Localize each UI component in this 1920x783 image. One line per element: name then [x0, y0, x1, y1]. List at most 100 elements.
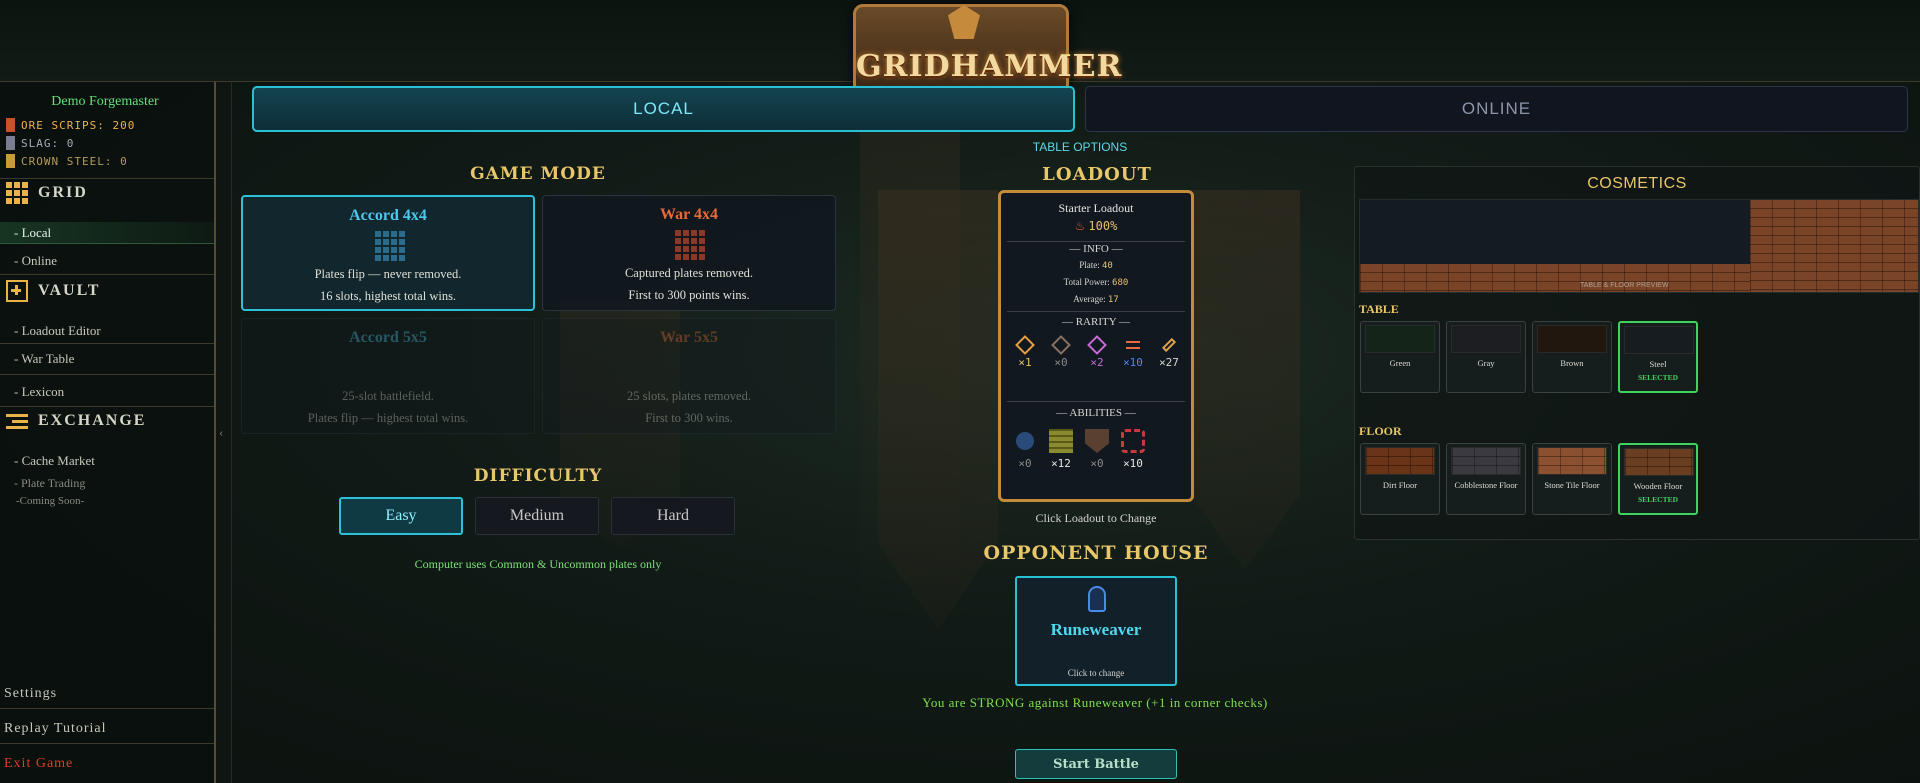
swatch-color	[1624, 326, 1694, 354]
tab-local[interactable]: LOCAL	[252, 86, 1075, 132]
plate-label: Plate:	[1079, 260, 1100, 270]
nav-grid[interactable]: Grid	[6, 182, 88, 204]
floor-option-dirt[interactable]: Dirt Floor	[1360, 443, 1440, 515]
mode-desc-1: 25 slots, plates removed.	[627, 389, 751, 403]
cosmetics-panel: COSMETICS TABLE & FLOOR PREVIEW TABLE Gr…	[1354, 166, 1920, 540]
average-row: Average: 17	[1001, 294, 1191, 305]
swatch-color	[1451, 447, 1521, 475]
rarity-count: ×27	[1159, 356, 1179, 369]
game-mode-title: GAME MODE	[470, 164, 606, 184]
resource-label: CROWN STEEL: 0	[21, 154, 128, 168]
ability-count: ×0	[1018, 457, 1032, 470]
rarity-count: ×10	[1123, 356, 1143, 369]
tower-icon	[1049, 429, 1073, 453]
floor-section-label: FLOOR	[1359, 424, 1402, 438]
spiral-icon	[1121, 429, 1145, 453]
loadout-percent: 100%	[1088, 219, 1118, 233]
divider	[0, 274, 214, 275]
mode-title: Accord 4x4	[349, 207, 427, 224]
floor-option-cobblestone[interactable]: Cobblestone Floor	[1446, 443, 1526, 515]
table-option-brown[interactable]: Brown	[1532, 321, 1612, 393]
sidebar-collapse-handle[interactable]: ‹	[216, 82, 232, 783]
profile-name: Demo Forgemaster	[51, 94, 159, 109]
resource-slag: SLAG: 0	[6, 136, 74, 150]
sidebar-item-online[interactable]: - Online	[0, 250, 214, 272]
exchange-icon	[6, 413, 28, 429]
shield-orb-icon	[1016, 432, 1034, 450]
sidebar-item-loadout-editor[interactable]: - Loadout Editor	[0, 320, 214, 342]
mode-desc-2: First to 300 points wins.	[628, 288, 750, 302]
difficulty-medium-button[interactable]: Medium	[475, 497, 599, 535]
swatch-color	[1365, 325, 1435, 353]
rarity-gem-icon	[1015, 335, 1035, 355]
rarity-gem-icon	[1051, 335, 1071, 355]
rarity-gem-icon	[1161, 337, 1177, 353]
sidebar-item-cache-market[interactable]: - Cache Market	[0, 450, 214, 472]
table-option-steel[interactable]: Steel SELECTED	[1618, 321, 1698, 393]
nav-exchange-label: Exchange	[38, 412, 147, 429]
average-label: Average:	[1073, 294, 1106, 304]
preview-floor-bottom	[1360, 264, 1750, 292]
difficulty-title: DIFFICULTY	[473, 466, 603, 486]
ability-spiral: ×10	[1115, 429, 1151, 470]
sidebar-item-war-table[interactable]: - War Table	[0, 348, 214, 370]
nav-vault-label: Vault	[38, 282, 101, 299]
loadout-name: Starter Loadout	[1058, 201, 1134, 215]
table-option-green[interactable]: Green	[1360, 321, 1440, 393]
resource-ore-scrips: ORE SCRIPS: 200	[6, 118, 135, 132]
tab-online[interactable]: ONLINE	[1085, 86, 1908, 132]
power-row: Total Power: 680	[1001, 277, 1191, 288]
swatch-label: Dirt Floor	[1382, 480, 1418, 490]
logo-text: GRIDHAMMER	[856, 49, 1123, 84]
resource-label: SLAG: 0	[21, 136, 75, 150]
swatch-label: Stone Tile Floor	[1544, 480, 1600, 490]
resource-label: ORE SCRIPS: 200	[21, 118, 136, 132]
divider	[0, 708, 214, 709]
difficulty-hard-button[interactable]: Hard	[611, 497, 735, 535]
crest-icon	[1085, 429, 1109, 453]
rarity-count: ×1	[1018, 356, 1032, 369]
mode-card-accord-4x4[interactable]: Accord 4x4 Plates flip — never removed. …	[241, 195, 535, 311]
opponent-house-card[interactable]: Runeweaver Click to change	[1015, 576, 1177, 686]
average-value: 17	[1107, 295, 1119, 305]
swatch-color	[1451, 325, 1521, 353]
preview-label: TABLE & FLOOR PREVIEW	[1580, 282, 1669, 289]
matchup-status: You are STRONG against Runeweaver (+1 in…	[922, 695, 1268, 710]
start-battle-button[interactable]: Start Battle	[1015, 749, 1177, 779]
mode-card-war-5x5: War 5x5 25 slots, plates removed. First …	[542, 318, 836, 434]
power-value: 680	[1112, 278, 1129, 288]
logo-crest-icon	[948, 5, 980, 39]
nav-vault[interactable]: Vault	[6, 280, 100, 302]
difficulty-easy-button[interactable]: Easy	[339, 497, 463, 535]
sidebar-item-local[interactable]: - Local	[0, 222, 214, 244]
ability-count: ×10	[1123, 457, 1143, 470]
rarity-legendary: ×1	[1007, 335, 1043, 369]
table-options-link[interactable]: TABLE OPTIONS	[1020, 140, 1140, 154]
table-option-gray[interactable]: Gray	[1446, 321, 1526, 393]
loadout-percent-row: ♨ 100%	[1001, 219, 1191, 234]
floor-option-stone-tile[interactable]: Stone Tile Floor	[1532, 443, 1612, 515]
crown-steel-icon	[6, 154, 15, 168]
preview-table	[1360, 200, 1750, 264]
swatch-label: Steel	[1649, 359, 1667, 369]
rarity-gem-icon	[1126, 341, 1140, 349]
ability-tower: ×12	[1043, 429, 1079, 470]
sidebar: Demo Forgemaster ORE SCRIPS: 200 SLAG: 0…	[0, 82, 216, 783]
selected-badge: SELECTED	[1637, 373, 1679, 382]
floor-option-wooden[interactable]: Wooden Floor SELECTED	[1618, 443, 1698, 515]
loadout-card[interactable]: Starter Loadout ♨ 100% — INFO — Plate: 4…	[998, 190, 1194, 502]
nav-exchange[interactable]: Exchange	[6, 412, 146, 430]
mode-title: War 4x4	[660, 206, 718, 223]
rarity-rare: ×10	[1115, 338, 1151, 369]
swatch-label: Gray	[1477, 358, 1495, 368]
slag-icon	[6, 136, 15, 150]
mode-desc-1: 25-slot battlefield.	[342, 389, 434, 403]
exit-game-button[interactable]: Exit Game	[4, 756, 73, 772]
sidebar-item-lexicon[interactable]: - Lexicon	[0, 381, 214, 403]
divider	[0, 743, 214, 744]
mode-card-war-4x4[interactable]: War 4x4 Captured plates removed. First t…	[542, 195, 836, 311]
replay-tutorial-button[interactable]: Replay Tutorial	[4, 721, 107, 737]
settings-button[interactable]: Settings	[4, 686, 57, 702]
tab-local-label: LOCAL	[633, 99, 694, 118]
swatch-label: Wooden Floor	[1633, 481, 1683, 491]
